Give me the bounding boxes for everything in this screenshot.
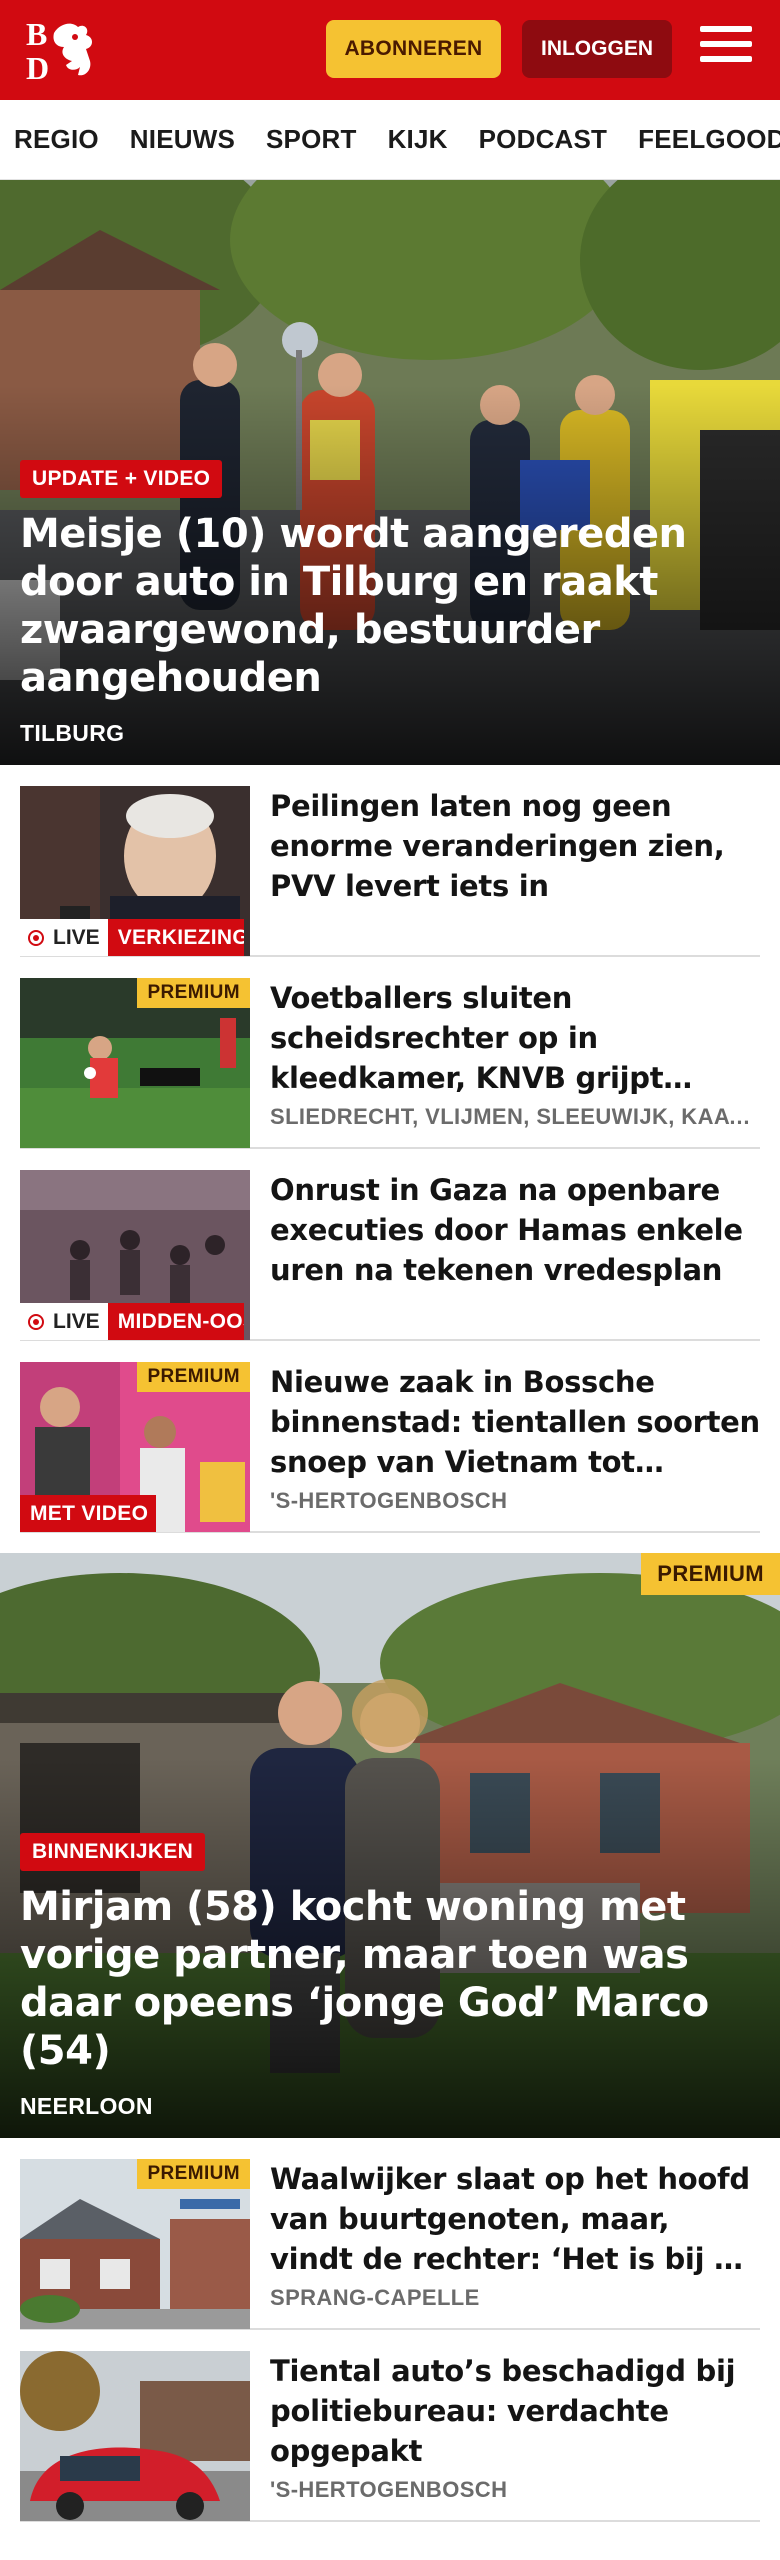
article-title[interactable]: Onrust in Gaza na openbare executies doo…	[270, 1170, 760, 1290]
premium-badge: PREMIUM	[137, 978, 250, 1008]
category-tag: VERKIEZINGEN	[107, 919, 244, 956]
article-location: 'S-HERTOGENBOSCH	[270, 2477, 508, 2502]
article-location: 'S-HERTOGENBOSCH	[270, 1488, 508, 1513]
hero-label: BINNENKIJKEN	[20, 1833, 206, 1871]
hero-location: TILBURG	[20, 720, 125, 746]
hero-title[interactable]: Mirjam (58) kocht woning met vorige part…	[20, 1883, 762, 2075]
hero-label: UPDATE + VIDEO	[20, 460, 223, 498]
article-title[interactable]: Voetballers sluiten scheidsrechter op in…	[270, 978, 760, 1098]
premium-badge: PREMIUM	[137, 2159, 250, 2189]
bd-logo-icon: B D	[26, 16, 92, 86]
bd-logo[interactable]: B D	[20, 15, 110, 86]
list-item[interactable]: LIVE MIDDEN-OOSTEN Onrust in Gaza na ope…	[20, 1149, 760, 1341]
article-title[interactable]: Waalwijker slaat op het hoofd van buurtg…	[270, 2159, 760, 2279]
nav-item-podcast[interactable]: PODCAST	[479, 124, 608, 155]
video-tag: MET VIDEO	[20, 1495, 156, 1532]
login-button[interactable]: INLOGGEN	[522, 20, 672, 78]
article-thumbnail: LIVE MIDDEN-OOSTEN	[20, 1170, 250, 1340]
hero-content-2: BINNENKIJKEN Mirjam (58) kocht woning me…	[20, 1833, 762, 2120]
section-nav: REGIO NIEUWS SPORT KIJK PODCAST FEELGOOD…	[0, 100, 780, 180]
article-location: SPRANG-CAPELLE	[270, 2285, 480, 2310]
nav-item-kijk[interactable]: KIJK	[388, 124, 448, 155]
article-thumbnail: PREMIUM	[20, 2159, 250, 2329]
list-item[interactable]: PREMIUM Voetballers sluiten scheidsrecht…	[20, 957, 760, 1149]
list-item[interactable]: PREMIUM Waalwijker slaat op het hoofd va…	[20, 2138, 760, 2330]
svg-text:D: D	[26, 50, 49, 85]
hero-content-1: UPDATE + VIDEO Meisje (10) wordt aangere…	[20, 460, 762, 747]
live-icon	[28, 929, 44, 946]
nav-item-sport[interactable]: SPORT	[266, 124, 357, 155]
category-tag: MIDDEN-OOSTEN	[107, 1303, 244, 1340]
premium-badge: PREMIUM	[641, 1553, 780, 1595]
menu-icon[interactable]	[700, 26, 752, 70]
article-list-2: PREMIUM Waalwijker slaat op het hoofd va…	[0, 2138, 780, 2522]
list-item[interactable]: Tiental auto’s beschadigd bij politiebur…	[20, 2330, 760, 2522]
hero-article-1[interactable]: UPDATE + VIDEO Meisje (10) wordt aangere…	[0, 180, 780, 765]
article-title[interactable]: Tiental auto’s beschadigd bij politiebur…	[270, 2351, 760, 2471]
article-title[interactable]: Nieuwe zaak in Bossche binnenstad: tient…	[270, 1362, 760, 1482]
list-item[interactable]: PREMIUM MET VIDEO Nieuwe zaak in Bossche…	[20, 1341, 760, 1533]
article-thumbnail	[20, 2351, 250, 2521]
live-icon	[28, 1313, 44, 1330]
subscribe-button[interactable]: ABONNEREN	[326, 20, 501, 78]
live-badge: LIVE	[20, 1303, 108, 1340]
article-thumbnail: LIVE VERKIEZINGEN	[20, 786, 250, 956]
list-item[interactable]: LIVE VERKIEZINGEN Peilingen laten nog ge…	[20, 765, 760, 957]
site-header: B D ABONNEREN INLOGGEN	[0, 0, 780, 100]
nav-item-nieuws[interactable]: NIEUWS	[130, 124, 235, 155]
hero-location: NEERLOON	[20, 2093, 153, 2119]
article-location: SLIEDRECHT, VLIJMEN, SLEEUWIJK, KAATSHEU…	[270, 1104, 760, 1129]
article-thumbnail: PREMIUM MET VIDEO	[20, 1362, 250, 1532]
article-list-1: LIVE VERKIEZINGEN Peilingen laten nog ge…	[0, 765, 780, 1533]
live-badge: LIVE	[20, 919, 108, 956]
article-thumbnail: PREMIUM	[20, 978, 250, 1148]
article-title[interactable]: Peilingen laten nog geen enorme verander…	[270, 786, 760, 906]
premium-badge: PREMIUM	[137, 1362, 250, 1392]
nav-item-feelgood[interactable]: FEELGOOD	[638, 124, 780, 155]
hero-article-2[interactable]: PREMIUM BINNENKIJKEN Mirjam (58) kocht w…	[0, 1553, 780, 2138]
nav-item-regio[interactable]: REGIO	[14, 124, 99, 155]
svg-text:B: B	[26, 16, 47, 52]
hero-title[interactable]: Meisje (10) wordt aangereden door auto i…	[20, 510, 762, 702]
